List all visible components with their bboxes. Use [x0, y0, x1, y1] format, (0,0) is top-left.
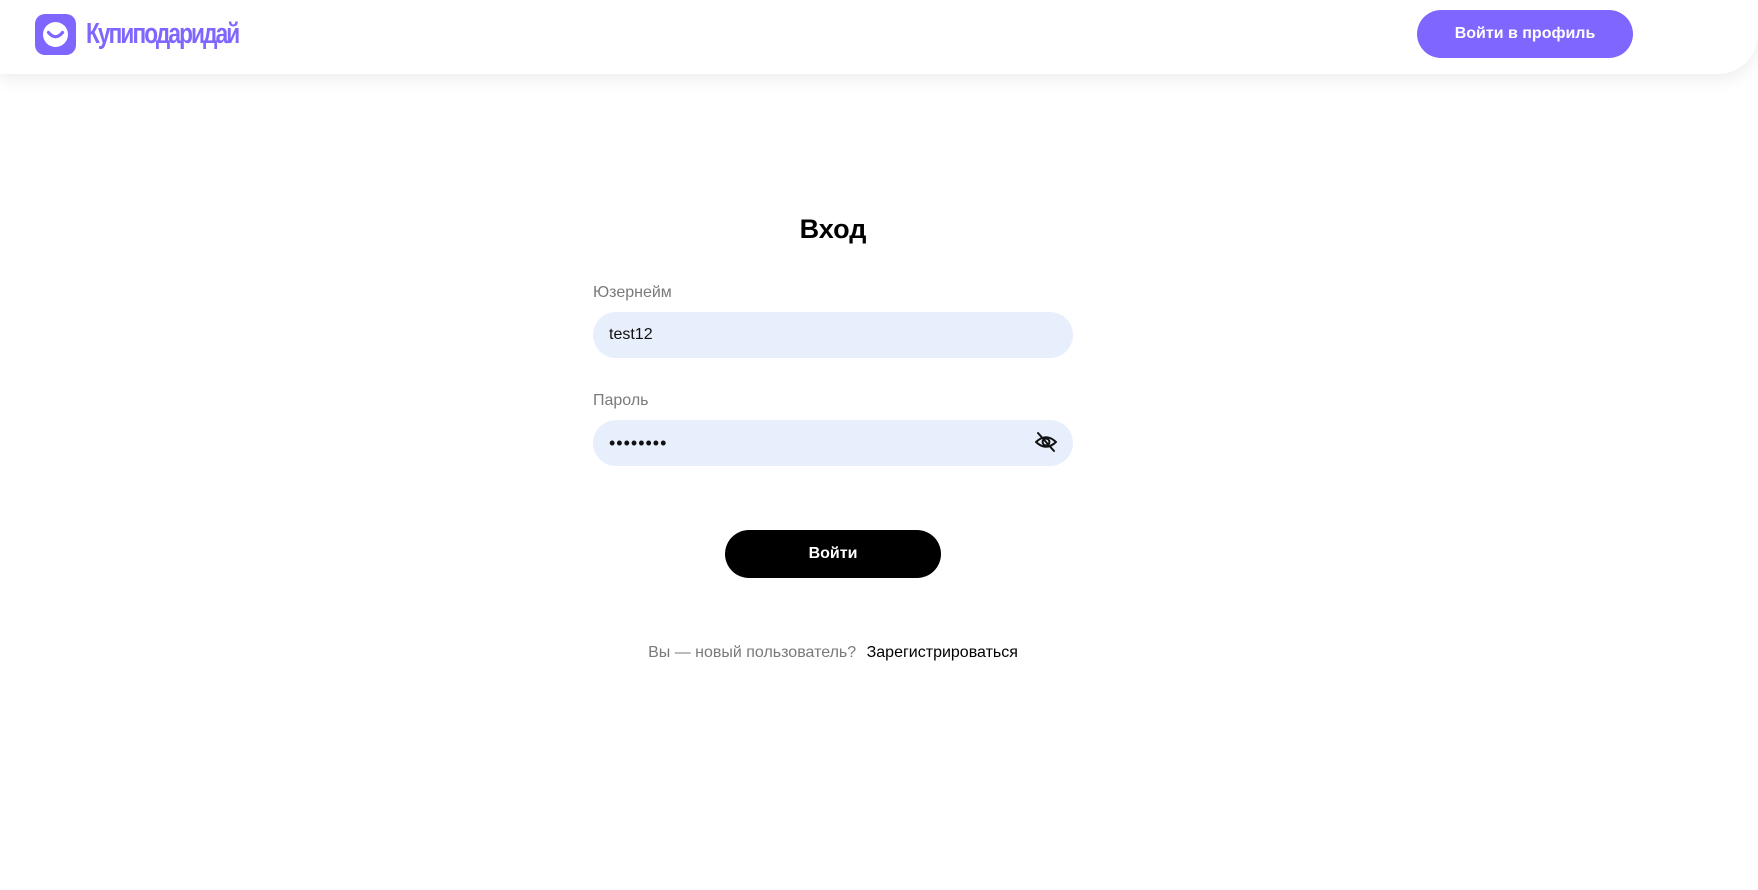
logo-link[interactable]: Купиподаридай [35, 14, 281, 55]
eye-off-icon [1034, 431, 1058, 456]
register-link[interactable]: Зарегистрироваться [867, 644, 1018, 661]
register-row: Вы — новый пользователь? Зарегистрироват… [0, 644, 1666, 662]
register-prompt: Вы — новый пользователь? [648, 644, 857, 661]
smile-logo-icon [35, 14, 76, 55]
password-input[interactable] [593, 420, 1073, 466]
password-label: Пароль [593, 392, 649, 409]
username-label: Юзернейм [593, 284, 672, 301]
login-submit-button[interactable]: Войти [725, 530, 941, 578]
page-title: Вход [799, 214, 867, 244]
username-input[interactable] [593, 312, 1073, 358]
profile-login-button[interactable]: Войти в профиль [1417, 10, 1633, 58]
logo-wordmark: Купиподаридай [86, 18, 240, 50]
top-header: Купиподаридай Войти в профиль [0, 0, 1758, 74]
password-visibility-toggle[interactable] [1033, 431, 1059, 455]
